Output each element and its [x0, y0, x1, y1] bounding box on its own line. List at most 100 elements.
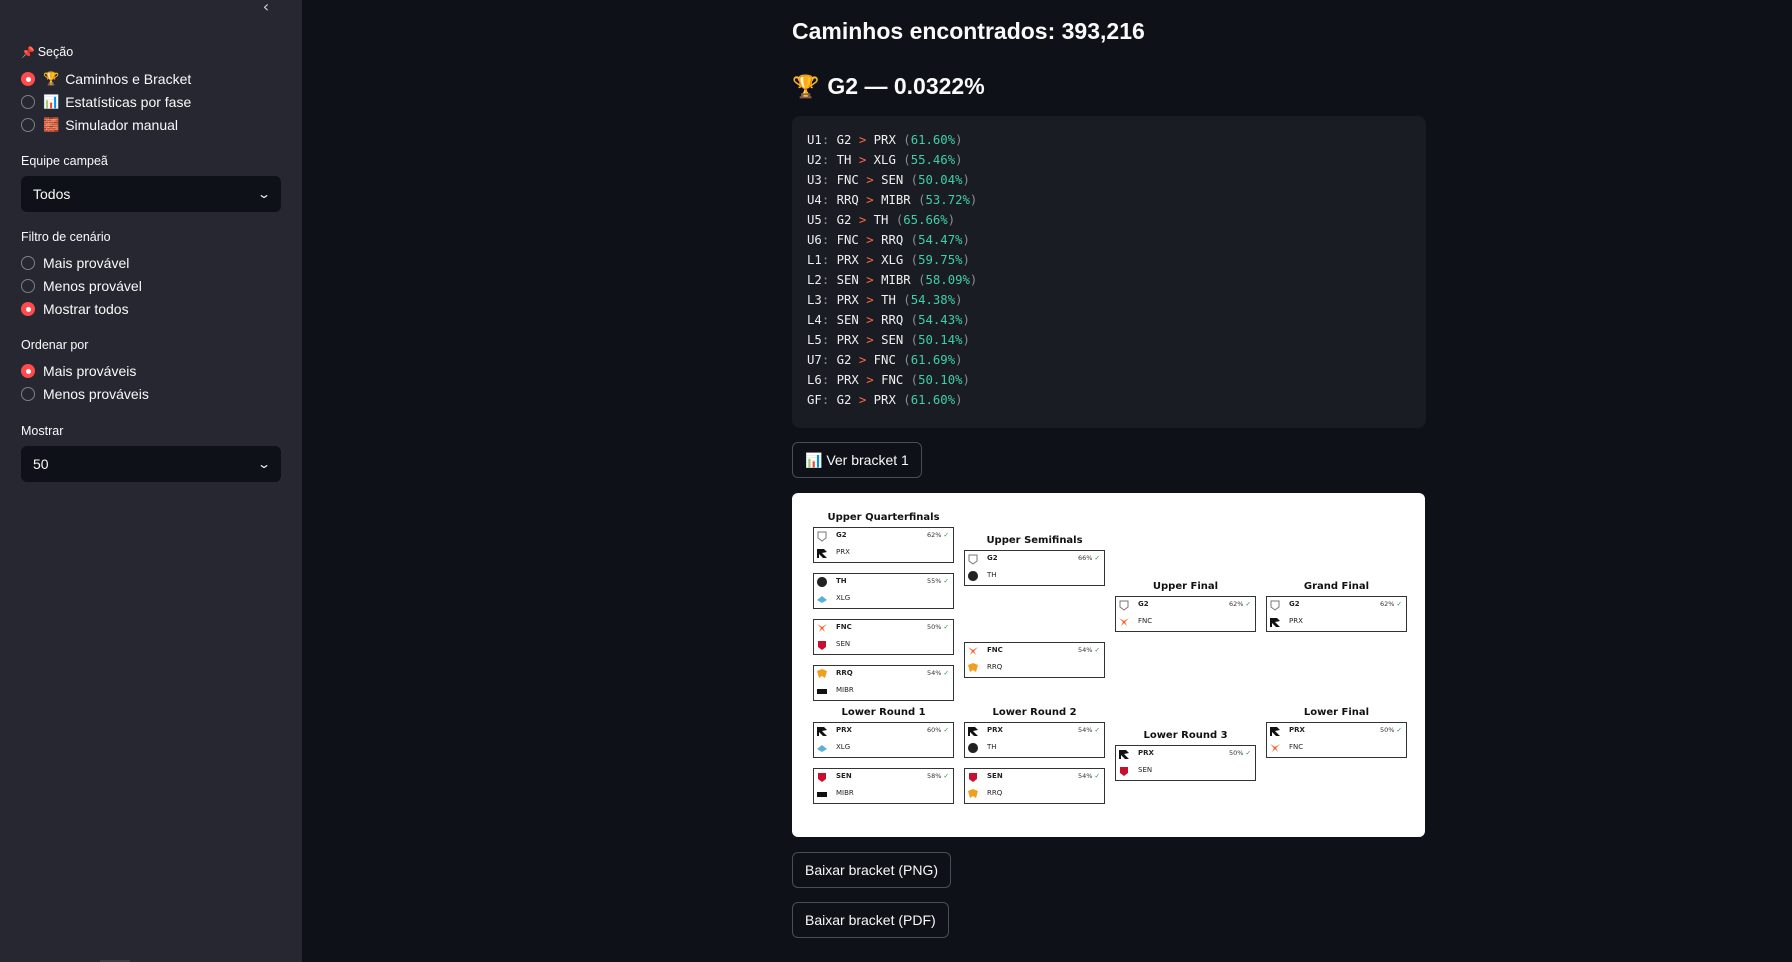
radio-menos-provaveis[interactable]: Menos prováveis [21, 384, 149, 404]
path-line-probability: 61.69% [910, 353, 956, 367]
radio-label: Caminhos e Bracket [65, 71, 192, 87]
radio-menos-provavel[interactable]: Menos provável [21, 276, 142, 296]
path-line-paren: ) [947, 213, 956, 227]
radio-mais-provavel[interactable]: Mais provável [21, 253, 129, 273]
bracket-round-title-upper-qf: Upper Quarterfinals [827, 512, 940, 523]
bracket-team-row: XLG [814, 740, 953, 757]
path-line-paren: ( [888, 213, 904, 227]
path-line-match-id: L3 [807, 293, 822, 307]
path-line-gt-sign: > [858, 233, 882, 247]
path-line-loser: TH [881, 293, 896, 307]
path-line: L4: SEN > RRQ (54.43%) [807, 310, 1411, 330]
checkmark-icon: ✓ [943, 531, 949, 539]
radio-section-estatisticas[interactable]: 📊 Estatísticas por fase [21, 92, 191, 112]
radio-indicator [21, 95, 35, 109]
path-line-sep: : [821, 333, 837, 347]
path-line-sep: : [821, 193, 837, 207]
path-line-probability: 59.75% [918, 253, 963, 267]
path-line-loser: PRX [873, 133, 896, 147]
fnc-logo-icon [1119, 618, 1129, 626]
path-line-gt-sign: > [858, 273, 882, 287]
bracket-team-row: G2 66% ✓ [965, 551, 1104, 568]
order-by-label: Ordenar por [21, 338, 89, 352]
path-line-match-id: L6 [807, 373, 822, 387]
bracket-team-name: G2 [1289, 600, 1300, 608]
bar-chart-icon: 📊 [43, 94, 60, 109]
g2-logo-icon [1119, 600, 1129, 611]
rrq-logo-icon [968, 789, 978, 798]
radio-section-caminhos[interactable]: 🏆 Caminhos e Bracket [21, 69, 191, 89]
bracket-win-probability: 54% ✓ [1078, 646, 1100, 654]
trophy-icon: 🏆 [43, 71, 60, 86]
path-line-probability: 54.38% [910, 293, 956, 307]
bracket-win-probability: 55% ✓ [927, 577, 949, 585]
download-png-button[interactable]: Baixar bracket (PNG) [792, 852, 952, 888]
path-line: L3: PRX > TH (54.38%) [807, 290, 1411, 310]
bracket-round-title-lower-final: Lower Final [1303, 707, 1370, 718]
path-line-sep: : [821, 173, 837, 187]
bracket-win-probability: 54% ✓ [1078, 726, 1100, 734]
path-line-sep: : [821, 313, 837, 327]
bracket-win-probability: 62% ✓ [927, 531, 949, 539]
chevron-down-icon: ⌄ [256, 457, 272, 471]
sen-logo-icon [1120, 767, 1128, 776]
download-pdf-button[interactable]: Baixar bracket (PDF) [792, 902, 949, 938]
rrq-logo-icon [968, 663, 978, 672]
path-line-loser: MIBR [881, 273, 911, 287]
bracket-team-row: FNC 50% ✓ [814, 620, 953, 637]
bracket-match-lr3: PRX 50% ✓ SEN [1115, 745, 1256, 781]
bracket-team-row: PRX [814, 545, 953, 562]
collapse-sidebar-button[interactable]: ‹ [256, 0, 276, 16]
path-line: GF: G2 > PRX (61.60%) [807, 390, 1411, 410]
champion-select[interactable]: Todos ⌄ [21, 176, 281, 212]
bracket-match-uqf2: TH 55% ✓ XLG [813, 573, 954, 609]
radio-indicator [21, 279, 35, 293]
path-line: L5: PRX > SEN (50.14%) [807, 330, 1411, 350]
path-line-paren: ) [962, 373, 970, 387]
path-line-paren: ) [962, 233, 970, 247]
chevron-down-icon: ⌄ [256, 187, 272, 201]
champion-select-value: Todos [33, 186, 71, 202]
path-line-probability: 55.46% [910, 153, 956, 167]
path-line: U3: FNC > SEN (50.04%) [807, 170, 1411, 190]
radio-section-simulador[interactable]: 🧱 Simulador manual [21, 115, 178, 135]
bracket-team-row: G2 62% ✓ [1267, 597, 1406, 614]
bracket-win-probability: 50% ✓ [1229, 749, 1251, 757]
bracket-probability-text: 62% [1380, 600, 1397, 608]
path-line-probability: 54.43% [918, 313, 963, 327]
radio-mostrar-todos[interactable]: Mostrar todos [21, 299, 129, 319]
path-line-paren: ( [903, 233, 919, 247]
bracket-match-uqf3: FNC 50% ✓ SEN [813, 619, 954, 655]
path-line-loser: TH [873, 213, 889, 227]
bracket-team-row: PRX 54% ✓ [965, 723, 1104, 740]
bracket-probability-text: 50% [1380, 726, 1397, 734]
radio-mais-provaveis[interactable]: Mais prováveis [21, 361, 136, 381]
path-code-block: U1: G2 > PRX (61.60%) U2: TH > XLG (55.46… [792, 116, 1426, 428]
path-line-paren: ( [903, 313, 919, 327]
radio-label: Mais provável [43, 255, 130, 271]
path-line-paren: ( [895, 153, 911, 167]
checkmark-icon: ✓ [1245, 749, 1251, 757]
bracket-team-row: PRX 50% ✓ [1116, 746, 1255, 763]
th-logo-icon [967, 571, 978, 581]
bracket-probability-text: 54% [927, 669, 944, 677]
show-count-value: 50 [33, 456, 49, 472]
path-line-match-id: U5 [807, 213, 822, 227]
view-bracket-button[interactable]: 📊 Ver bracket 1 [792, 442, 922, 478]
checkmark-icon: ✓ [943, 669, 949, 677]
path-line-probability: 65.66% [903, 213, 948, 227]
path-line-loser: RRQ [881, 233, 904, 247]
path-line-paren: ( [903, 253, 919, 267]
path-line: U7: G2 > FNC (61.69%) [807, 350, 1411, 370]
path-line-gt-sign: > [851, 153, 874, 167]
path-line-gt-sign: > [851, 353, 874, 367]
path-line-gt-sign: > [851, 133, 874, 147]
path-line-winner: SEN [836, 273, 859, 287]
path-line-match-id: L1 [807, 253, 822, 267]
bracket-team-name: G2 [1138, 600, 1149, 608]
show-count-select[interactable]: 50 ⌄ [21, 446, 281, 482]
bracket-team-name: SEN [836, 640, 851, 648]
checkmark-icon: ✓ [1396, 600, 1402, 608]
bracket-match-uf: G2 62% ✓ FNC [1115, 596, 1256, 632]
path-line-paren: ) [962, 253, 970, 267]
